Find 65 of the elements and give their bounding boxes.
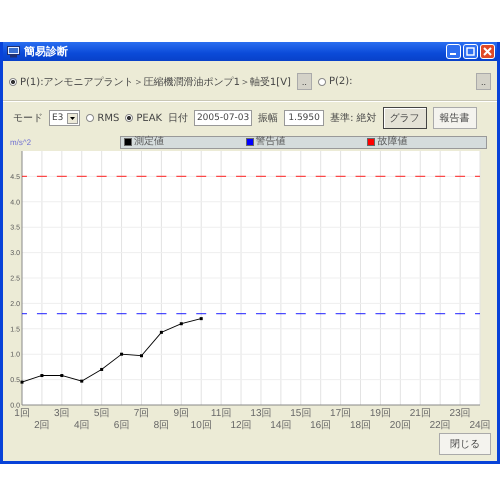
x-tick-label: 3回 (54, 408, 70, 419)
action-button[interactable]: 報告書 (432, 107, 477, 129)
x-tick-label: 2回 (34, 420, 50, 431)
close-icon (483, 47, 492, 56)
data-point (60, 374, 64, 378)
data-point (200, 317, 203, 320)
x-tick-label: 18回 (350, 420, 372, 431)
x-tick-label: 17回 (330, 408, 352, 419)
action-button[interactable]: グラフ (382, 107, 427, 129)
x-tick-label: 11回 (210, 408, 232, 419)
basis-label: 基準: 絶対 (330, 112, 377, 125)
mode-dropdown[interactable]: E3 (49, 110, 80, 126)
x-tick-label: 19回 (370, 408, 391, 419)
mode-label: モード (13, 112, 43, 125)
browse-button[interactable]: .. (476, 73, 491, 90)
data-point (140, 354, 143, 358)
date-field[interactable]: 2005-07-03 (194, 110, 252, 126)
measure-label: PEAK (136, 112, 162, 124)
legend-label: 警告値 (256, 137, 286, 147)
data-point (80, 380, 84, 383)
x-tick-label: 14回 (270, 420, 292, 431)
x-tick-label: 12回 (230, 420, 252, 431)
close-dialog-button[interactable]: 閉じる (439, 433, 491, 455)
point-label: P(2): (328, 76, 353, 87)
x-tick-label: 20回 (390, 420, 411, 431)
x-tick-label: 4回 (74, 420, 90, 431)
minimize-button[interactable] (446, 44, 461, 59)
x-tick-label: 7回 (134, 408, 150, 419)
radio-button[interactable] (125, 114, 134, 122)
close-button[interactable] (480, 44, 495, 59)
legend-label: 測定値 (134, 137, 164, 147)
x-tick-label: 13回 (250, 408, 272, 419)
maximize-button[interactable] (463, 44, 478, 59)
measure-label: RMS (97, 112, 120, 124)
x-tick-label: 24回 (469, 420, 491, 431)
x-tick-label: 22回 (430, 420, 451, 431)
x-tick-label: 16回 (310, 420, 332, 431)
date-label: 日付 (168, 112, 188, 125)
x-tick-label: 1回 (14, 408, 30, 419)
radio-button[interactable] (318, 78, 326, 86)
data-point (180, 322, 183, 326)
data-point (100, 368, 104, 371)
x-tick-label: 21回 (410, 408, 431, 419)
x-tick-label: 6回 (114, 420, 130, 431)
radio-button[interactable] (86, 114, 94, 122)
amplitude-label: 振幅 (258, 112, 278, 125)
x-tick-label: 15回 (290, 408, 312, 419)
data-point (20, 380, 24, 384)
data-point (120, 352, 124, 356)
x-tick-label: 5回 (94, 408, 110, 419)
x-tick-label: 23回 (450, 408, 471, 419)
legend-label: 故障値 (377, 137, 408, 147)
y-axis-label: m/s^2 (9, 138, 32, 146)
point-label: P(1):アンモニアプラント＞圧縮機潤滑油ポンプ1＞軸受1[V] (20, 76, 291, 88)
window-title: 簡易診断 (24, 44, 68, 59)
radio-button[interactable] (9, 78, 17, 86)
data-point (160, 330, 163, 334)
data-point (40, 374, 44, 378)
x-tick-label: 10回 (190, 420, 212, 431)
monitor-icon (7, 46, 20, 58)
x-tick-label: 9回 (174, 408, 190, 419)
maximize-icon (466, 47, 475, 56)
x-tick-label: 8回 (154, 420, 170, 431)
amplitude-field[interactable]: 1.5950 (284, 110, 324, 126)
browse-button[interactable]: .. (296, 73, 312, 90)
